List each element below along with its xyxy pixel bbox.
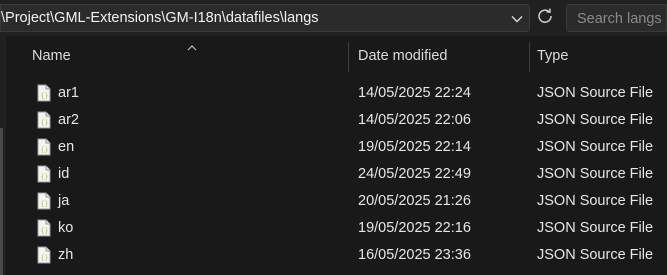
file-name: zh — [58, 247, 74, 263]
json-file-icon: {} — [37, 138, 51, 156]
file-date: 16/05/2025 23:36 — [358, 247, 471, 263]
column-header-name[interactable]: Name — [32, 48, 71, 64]
json-file-icon: {} — [37, 111, 51, 129]
file-list: {} ar1 14/05/2025 22:24 JSON Source File… — [10, 80, 667, 269]
column-divider[interactable] — [529, 42, 530, 72]
file-name: ar2 — [58, 112, 79, 128]
file-type: JSON Source File — [537, 247, 654, 263]
refresh-button[interactable] — [533, 6, 557, 30]
file-name: en — [58, 139, 75, 155]
search-box[interactable]: Search langs — [566, 4, 667, 32]
file-row[interactable]: {} zh 16/05/2025 23:36 JSON Source File — [10, 242, 667, 269]
json-file-icon: {} — [37, 246, 51, 264]
address-path[interactable]: \Project\GML-Extensions\GM-I18n\datafile… — [1, 10, 319, 26]
file-explorer-window: \Project\GML-Extensions\GM-I18n\datafile… — [0, 0, 667, 275]
file-name: ar1 — [58, 85, 79, 101]
search-placeholder[interactable]: Search langs — [577, 11, 662, 27]
file-type: JSON Source File — [537, 166, 654, 182]
json-file-icon: {} — [37, 192, 51, 210]
file-date: 19/05/2025 22:16 — [358, 220, 471, 236]
file-type: JSON Source File — [537, 112, 654, 128]
file-date: 14/05/2025 22:24 — [358, 85, 471, 101]
file-date: 20/05/2025 21:26 — [358, 193, 471, 209]
refresh-icon — [536, 7, 554, 30]
svg-text:{}: {} — [40, 173, 48, 181]
address-toolbar: \Project\GML-Extensions\GM-I18n\datafile… — [0, 0, 667, 36]
svg-text:{}: {} — [40, 227, 48, 235]
file-type: JSON Source File — [537, 193, 654, 209]
file-row[interactable]: {} id 24/05/2025 22:49 JSON Source File — [10, 161, 667, 188]
file-date: 24/05/2025 22:49 — [358, 166, 471, 182]
navigation-pane-scrollbar[interactable] — [0, 128, 3, 275]
column-header-row: Name Date modified Type — [10, 36, 667, 78]
file-row[interactable]: {} en 19/05/2025 22:14 JSON Source File — [10, 134, 667, 161]
file-date: 19/05/2025 22:14 — [358, 139, 471, 155]
svg-text:{}: {} — [40, 200, 48, 208]
column-divider[interactable] — [348, 42, 349, 72]
file-date: 14/05/2025 22:06 — [358, 112, 471, 128]
file-type: JSON Source File — [537, 220, 654, 236]
svg-text:{}: {} — [40, 254, 48, 262]
svg-text:{}: {} — [40, 146, 48, 154]
file-name: ko — [58, 220, 74, 236]
address-bar[interactable]: \Project\GML-Extensions\GM-I18n\datafile… — [0, 4, 530, 32]
svg-text:{}: {} — [40, 92, 48, 100]
file-type: JSON Source File — [537, 139, 654, 155]
file-name: id — [58, 166, 70, 182]
file-row[interactable]: {} ar2 14/05/2025 22:06 JSON Source File — [10, 107, 667, 134]
column-header-type[interactable]: Type — [537, 48, 568, 64]
svg-text:{}: {} — [40, 119, 48, 127]
json-file-icon: {} — [37, 165, 51, 183]
file-name: ja — [58, 193, 70, 209]
json-file-icon: {} — [37, 84, 51, 102]
json-file-icon: {} — [37, 219, 51, 237]
sort-ascending-icon — [187, 38, 197, 51]
file-type: JSON Source File — [537, 85, 654, 101]
file-row[interactable]: {} ja 20/05/2025 21:26 JSON Source File — [10, 188, 667, 215]
column-header-date-modified[interactable]: Date modified — [358, 48, 447, 64]
file-row[interactable]: {} ko 19/05/2025 22:16 JSON Source File — [10, 215, 667, 242]
chevron-down-icon[interactable] — [509, 11, 525, 27]
file-row[interactable]: {} ar1 14/05/2025 22:24 JSON Source File — [10, 80, 667, 107]
